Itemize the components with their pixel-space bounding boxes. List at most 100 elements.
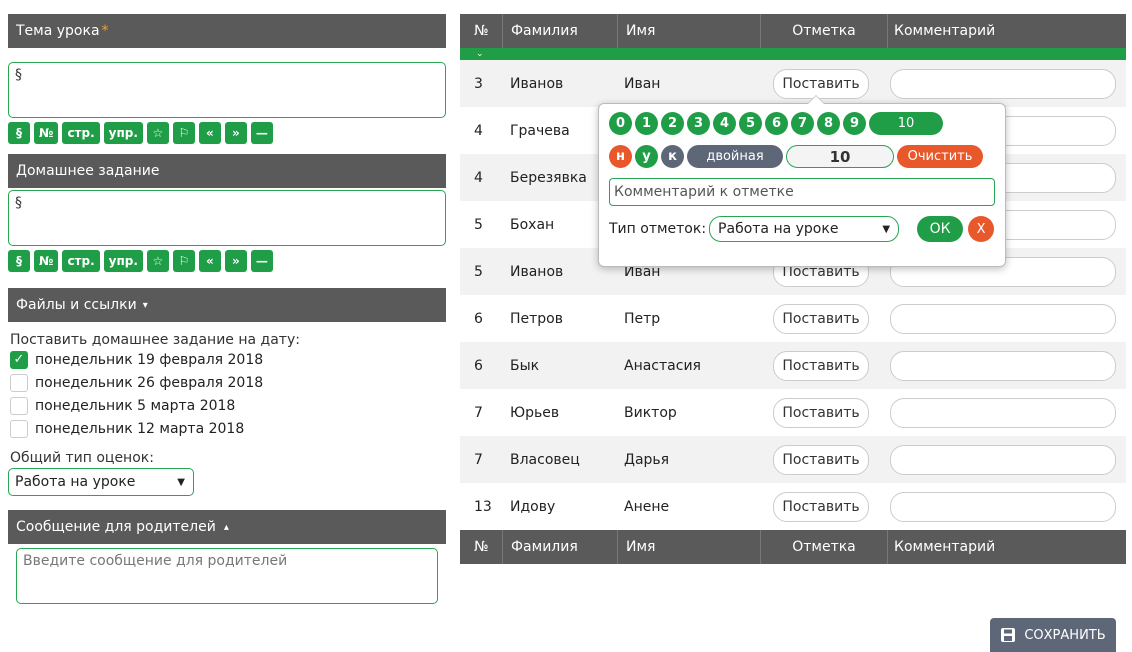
format-dash-button[interactable]: — (250, 250, 273, 272)
close-button[interactable]: X (968, 216, 995, 242)
topic-format-toolbar: § № стр. упр. ☆ ⚐ « » — (8, 122, 446, 144)
homework-header: Домашнее задание (8, 154, 446, 188)
format-quote-close-button[interactable]: » (224, 250, 247, 272)
date-option[interactable]: понедельник 5 марта 2018 (10, 394, 446, 417)
homework-input[interactable]: § (8, 190, 446, 246)
absent-button[interactable]: н (609, 145, 632, 168)
mark-cell: Поставить (758, 303, 884, 334)
set-mark-button[interactable]: Поставить (773, 68, 869, 99)
col-name[interactable]: Имя (618, 23, 760, 39)
grade-button[interactable]: 7 (791, 112, 814, 135)
grade-button[interactable]: 6 (765, 112, 788, 135)
date-option[interactable]: ✓ понедельник 19 февраля 2018 (10, 348, 446, 371)
mark-type-select[interactable]: Работа на уроке ▼ (709, 216, 900, 242)
mark-cell: Поставить (758, 491, 884, 522)
current-mark-value[interactable]: 10 (786, 145, 894, 168)
chevron-down-icon: ▼ (882, 223, 891, 235)
mark-cell: Поставить (758, 397, 884, 428)
grade-button[interactable]: 8 (817, 112, 840, 135)
parents-message-input[interactable]: Введите сообщение для родителей (16, 548, 438, 604)
format-number-button[interactable]: № (34, 122, 59, 144)
check-icon: ✓ (13, 352, 25, 367)
row-number: 6 (474, 357, 483, 374)
format-section-button[interactable]: § (8, 122, 30, 144)
set-mark-button[interactable]: Поставить (773, 444, 869, 475)
files-header[interactable]: Файлы и ссылки ▾ (8, 288, 446, 322)
comment-input[interactable] (890, 68, 1116, 99)
format-star-button[interactable]: ☆ (146, 122, 169, 144)
col-comment[interactable]: Комментарий (888, 23, 1126, 39)
checkbox-checked[interactable]: ✓ (10, 350, 28, 369)
table-footer: № Фамилия Имя Отметка Комментарий (460, 530, 1126, 564)
floppy-icon (1001, 628, 1016, 642)
row-number: 4 (474, 122, 483, 139)
comment-input[interactable] (890, 491, 1116, 522)
checkbox[interactable] (10, 396, 28, 415)
format-flag-button[interactable]: ⚐ (172, 122, 195, 144)
clear-button[interactable]: Очистить (897, 145, 983, 168)
format-page-button[interactable]: стр. (62, 250, 100, 272)
format-section-button[interactable]: § (8, 250, 30, 272)
checkbox[interactable] (10, 373, 28, 392)
row-number: 5 (474, 263, 483, 280)
mark-type-label: Тип отметок: (609, 221, 707, 237)
date-option[interactable]: понедельник 12 марта 2018 (10, 417, 446, 440)
format-page-button[interactable]: стр. (62, 122, 100, 144)
col-surname[interactable]: Фамилия (503, 23, 617, 39)
grade-button[interactable]: 5 (739, 112, 762, 135)
row-number: 7 (474, 404, 483, 421)
parents-message-header[interactable]: Сообщение для родителей ▴ (8, 510, 446, 544)
grade-button[interactable]: 2 (661, 112, 684, 135)
grade-button[interactable]: 9 (843, 112, 866, 135)
row-number: 6 (474, 310, 483, 327)
comment-input[interactable] (890, 303, 1116, 334)
ok-button[interactable]: ОК (917, 216, 964, 242)
format-number-button[interactable]: № (34, 250, 59, 272)
set-mark-button[interactable]: Поставить (773, 397, 869, 428)
topic-input[interactable]: § (8, 62, 446, 118)
date-option[interactable]: понедельник 26 февраля 2018 (10, 371, 446, 394)
row-surname: Юрьев (510, 404, 560, 421)
row-number: 7 (474, 451, 483, 468)
col-mark[interactable]: Отметка (761, 23, 887, 39)
row-name: Иван (624, 75, 661, 92)
grade-button[interactable]: 4 (713, 112, 736, 135)
grade-type-select[interactable]: Работа на уроке ▼ (8, 468, 194, 496)
format-star-button[interactable]: ☆ (146, 250, 169, 272)
set-mark-button[interactable]: Поставить (773, 491, 869, 522)
chevron-down-icon[interactable]: ⌄ (476, 49, 484, 59)
col-number[interactable]: № (460, 23, 502, 39)
row-name: Анене (624, 498, 670, 515)
format-flag-button[interactable]: ⚐ (172, 250, 195, 272)
mark-type-value: Работа на уроке (718, 221, 839, 237)
valid-reason-button[interactable]: у (635, 145, 658, 168)
grade-button[interactable]: 3 (687, 112, 710, 135)
comment-cell (884, 491, 1126, 522)
row-surname: Иванов (510, 263, 564, 280)
comment-input[interactable] (890, 444, 1116, 475)
mark-comment-input[interactable]: Комментарий к отметке (609, 178, 995, 206)
format-quote-open-button[interactable]: « (198, 250, 221, 272)
grade-button[interactable]: 1 (635, 112, 658, 135)
grade-type-value: Работа на уроке (15, 474, 136, 490)
date-option-label: понедельник 26 февраля 2018 (35, 374, 264, 391)
col-mark: Отметка (792, 539, 856, 555)
grade-button-10[interactable]: 10 (869, 112, 943, 135)
format-dash-button[interactable]: — (250, 122, 273, 144)
set-mark-button[interactable]: Поставить (773, 303, 869, 334)
date-option-label: понедельник 5 марта 2018 (35, 397, 236, 414)
grade-button[interactable]: 0 (609, 112, 632, 135)
format-quote-close-button[interactable]: » (224, 122, 247, 144)
k-button[interactable]: к (661, 145, 684, 168)
comment-input[interactable] (890, 397, 1116, 428)
checkbox[interactable] (10, 419, 28, 438)
format-quote-open-button[interactable]: « (198, 122, 221, 144)
format-exercise-button[interactable]: упр. (103, 250, 143, 272)
save-button[interactable]: СОХРАНИТЬ (990, 618, 1116, 652)
mark-cell: Поставить (758, 68, 884, 99)
comment-cell (884, 350, 1126, 381)
comment-input[interactable] (890, 350, 1116, 381)
format-exercise-button[interactable]: упр. (103, 122, 143, 144)
set-mark-button[interactable]: Поставить (773, 350, 869, 381)
double-mark-button[interactable]: двойная (687, 145, 783, 168)
